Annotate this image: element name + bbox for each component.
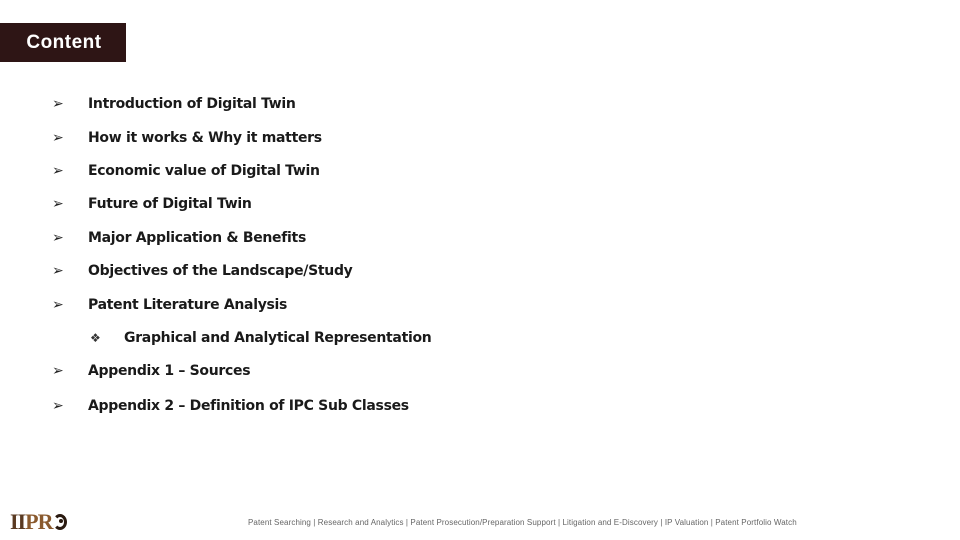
logo-ring-icon bbox=[53, 514, 68, 530]
toc-item: ➢ How it works & Why it matters bbox=[52, 128, 322, 148]
arrowhead-bullet-icon: ➢ bbox=[52, 230, 64, 246]
toc-item: ➢ Major Application & Benefits bbox=[52, 228, 306, 248]
toc-subitem: ❖ Graphical and Analytical Representatio… bbox=[90, 328, 432, 348]
arrowhead-bullet-icon: ➢ bbox=[52, 398, 64, 414]
toc-item-label: Economic value of Digital Twin bbox=[88, 163, 320, 179]
toc-item-label: Appendix 1 – Sources bbox=[88, 363, 251, 379]
toc-item-label: Objectives of the Landscape/Study bbox=[88, 263, 353, 279]
toc-item-label: Appendix 2 – Definition of IPC Sub Class… bbox=[88, 398, 409, 414]
toc-item: ➢ Introduction of Digital Twin bbox=[52, 94, 296, 114]
iipr-logo: II PR bbox=[10, 509, 68, 534]
toc-item: ➢ Economic value of Digital Twin bbox=[52, 161, 320, 181]
logo-text-pr: PR bbox=[25, 509, 53, 534]
toc-item-label: Introduction of Digital Twin bbox=[88, 96, 296, 112]
footer-services-text: Patent Searching | Research and Analytic… bbox=[248, 518, 797, 527]
table-of-contents: ➢ Introduction of Digital Twin ➢ How it … bbox=[0, 0, 960, 500]
arrowhead-bullet-icon: ➢ bbox=[52, 163, 64, 179]
toc-item-label: Major Application & Benefits bbox=[88, 230, 306, 246]
toc-item: ➢ Future of Digital Twin bbox=[52, 194, 252, 214]
logo-text-ii: II bbox=[10, 509, 26, 534]
toc-item-label: Patent Literature Analysis bbox=[88, 297, 288, 313]
arrowhead-bullet-icon: ➢ bbox=[52, 297, 64, 313]
toc-item: ➢ Appendix 2 – Definition of IPC Sub Cla… bbox=[52, 396, 409, 416]
toc-item: ➢ Appendix 1 – Sources bbox=[52, 361, 251, 381]
arrowhead-bullet-icon: ➢ bbox=[52, 363, 64, 379]
toc-item-label: How it works & Why it matters bbox=[88, 130, 322, 146]
arrowhead-bullet-icon: ➢ bbox=[52, 130, 64, 146]
toc-item: ➢ Objectives of the Landscape/Study bbox=[52, 261, 353, 281]
arrowhead-bullet-icon: ➢ bbox=[52, 263, 64, 279]
arrowhead-bullet-icon: ➢ bbox=[52, 196, 64, 212]
arrowhead-bullet-icon: ➢ bbox=[52, 96, 64, 112]
diamond-bullet-icon: ❖ bbox=[90, 331, 101, 345]
toc-item-label: Future of Digital Twin bbox=[88, 196, 252, 212]
toc-item: ➢ Patent Literature Analysis bbox=[52, 295, 287, 315]
toc-item-label: Graphical and Analytical Representation bbox=[124, 330, 432, 346]
